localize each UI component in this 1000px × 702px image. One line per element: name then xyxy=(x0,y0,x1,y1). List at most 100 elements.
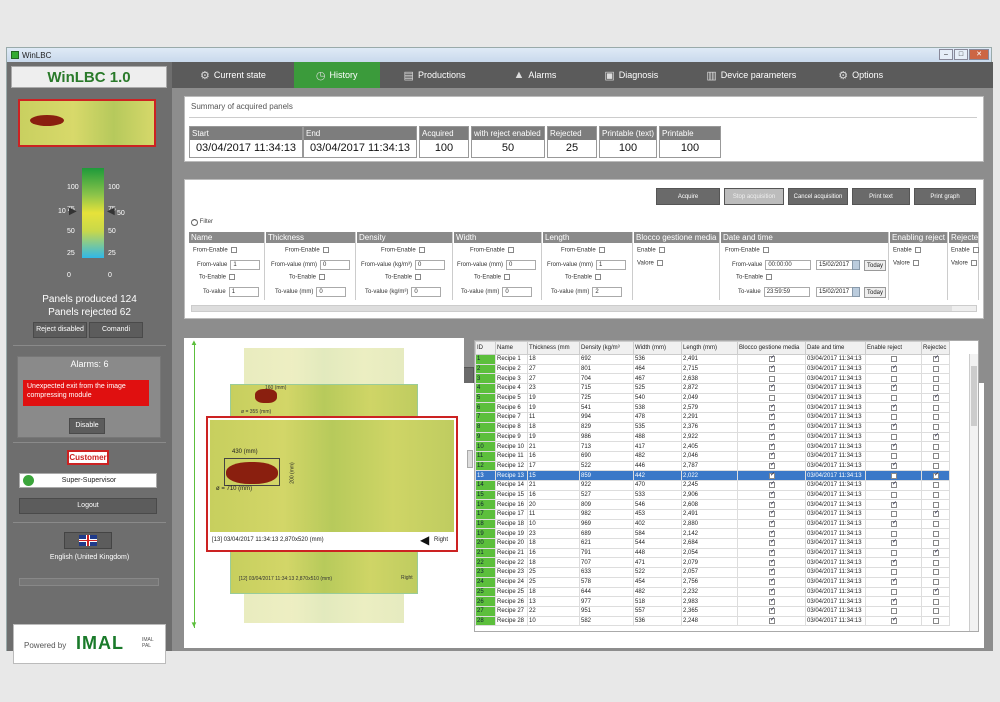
checkbox[interactable] xyxy=(769,549,775,557)
today-from-button[interactable]: Today xyxy=(864,260,886,271)
checkbox[interactable] xyxy=(891,608,897,615)
checkbox[interactable] xyxy=(933,394,939,402)
table-cell-checkbox[interactable] xyxy=(865,460,922,472)
filter-input[interactable]: 1 xyxy=(596,260,626,270)
calendar-icon[interactable] xyxy=(852,287,860,297)
table-cell-checkbox[interactable] xyxy=(921,567,950,578)
table-row[interactable]: 11Recipe 11166904822,046 03/04/2017 11:34… xyxy=(475,450,950,462)
table-cell-checkbox[interactable] xyxy=(865,363,922,375)
checkbox[interactable] xyxy=(933,424,939,431)
checkbox[interactable] xyxy=(933,355,939,363)
column-header[interactable]: ID xyxy=(475,341,496,355)
checkbox[interactable] xyxy=(769,355,775,363)
column-header[interactable]: Enable reject xyxy=(865,341,922,355)
table-cell-checkbox[interactable] xyxy=(921,354,950,365)
table-row[interactable]: 8Recipe 8188295352,376 03/04/2017 11:34:1… xyxy=(475,421,950,433)
close-button[interactable]: ✕ xyxy=(969,49,989,60)
language-flag-button[interactable] xyxy=(64,532,112,549)
print-text-button[interactable]: Print text xyxy=(852,188,910,205)
filter-checkbox[interactable] xyxy=(504,274,511,280)
table-cell-checkbox[interactable] xyxy=(865,576,922,588)
filter-checkbox[interactable] xyxy=(319,274,326,280)
checkbox[interactable] xyxy=(891,559,897,566)
filter-checkbox[interactable] xyxy=(658,247,665,253)
filter-checkbox[interactable] xyxy=(415,274,422,280)
table-cell-checkbox[interactable] xyxy=(737,421,806,433)
checkbox[interactable] xyxy=(769,617,775,624)
checkbox[interactable] xyxy=(891,356,897,363)
checkbox[interactable] xyxy=(891,433,897,440)
tab-diagnosis[interactable]: ▣ Diagnosis xyxy=(580,62,682,88)
table-row[interactable]: 16Recipe 16208095462,608 03/04/2017 11:34… xyxy=(475,499,950,510)
filter-input[interactable]: 0 xyxy=(316,287,347,297)
column-header[interactable]: Date and time xyxy=(805,341,866,355)
table-cell-checkbox[interactable] xyxy=(865,402,922,414)
table-cell-checkbox[interactable] xyxy=(865,373,922,385)
table-cell-checkbox[interactable] xyxy=(921,596,950,607)
table-cell-checkbox[interactable] xyxy=(865,354,922,365)
table-row[interactable]: 5 Recipe 5 19 725 540 2,049 03/04/2017 11:34:1… xyxy=(475,392,950,404)
table-row[interactable]: 25Recipe 25186444822,232 03/04/2017 11:34… xyxy=(475,586,950,598)
table-cell-checkbox[interactable] xyxy=(921,402,950,414)
checkbox[interactable] xyxy=(769,462,775,469)
table-cell-checkbox[interactable] xyxy=(921,557,950,569)
table-cell-checkbox[interactable] xyxy=(921,431,950,443)
table-cell-checkbox[interactable] xyxy=(921,547,950,559)
table-cell-checkbox[interactable] xyxy=(737,557,806,569)
splitter-handle[interactable] xyxy=(467,450,473,468)
table-cell-checkbox[interactable] xyxy=(737,576,806,588)
reject-disabled-button[interactable]: Reject disabled xyxy=(33,322,87,338)
table-cell-checkbox[interactable] xyxy=(921,499,950,510)
checkbox[interactable] xyxy=(933,510,939,518)
checkbox[interactable] xyxy=(933,549,939,557)
checkbox[interactable] xyxy=(769,540,775,547)
table-cell-checkbox[interactable] xyxy=(921,615,950,627)
checkbox[interactable] xyxy=(769,423,775,431)
checkbox[interactable] xyxy=(933,385,939,392)
checkbox[interactable] xyxy=(891,550,897,557)
checkbox[interactable] xyxy=(933,414,939,421)
table-cell-checkbox[interactable] xyxy=(737,596,806,607)
checkbox[interactable] xyxy=(769,530,775,537)
table-cell-checkbox[interactable] xyxy=(737,363,806,375)
table-cell-checkbox[interactable] xyxy=(737,460,806,472)
checkbox[interactable] xyxy=(933,608,939,615)
table-cell-checkbox[interactable] xyxy=(737,402,806,414)
table-cell-checkbox[interactable] xyxy=(921,470,950,481)
filter-checkbox[interactable] xyxy=(656,260,663,266)
table-row[interactable]: 22Recipe 22187074712,079 03/04/2017 11:34… xyxy=(475,557,950,569)
checkbox[interactable] xyxy=(769,395,775,402)
column-header[interactable]: Thickness (mm xyxy=(527,341,580,355)
table-cell-checkbox[interactable] xyxy=(921,576,950,588)
table-cell-checkbox[interactable] xyxy=(737,509,806,520)
checkbox[interactable] xyxy=(933,501,939,508)
tab-current-state[interactable]: ⚙ Current state xyxy=(172,62,294,88)
checkbox[interactable] xyxy=(891,511,897,518)
table-cell-checkbox[interactable] xyxy=(865,596,922,607)
table-cell-checkbox[interactable] xyxy=(921,518,950,530)
table-row[interactable]: 10Recipe 10217134172,405 03/04/2017 11:34… xyxy=(475,441,950,452)
filter-input[interactable]: 0 xyxy=(415,260,446,270)
checkbox[interactable] xyxy=(769,520,775,528)
checkbox[interactable] xyxy=(891,423,897,431)
checkbox[interactable] xyxy=(933,366,939,373)
filter-checkbox[interactable] xyxy=(595,274,602,280)
table-cell-checkbox[interactable] xyxy=(865,489,922,501)
checkbox[interactable] xyxy=(769,491,775,498)
table-cell-checkbox[interactable] xyxy=(737,489,806,501)
checkbox[interactable] xyxy=(933,433,939,440)
table-cell-checkbox[interactable] xyxy=(921,373,950,385)
table-cell-checkbox[interactable] xyxy=(737,605,806,617)
filter-checkbox[interactable] xyxy=(912,260,919,266)
table-cell-checkbox[interactable] xyxy=(921,586,950,598)
table-row[interactable]: 2Recipe 2278014642,715 03/04/2017 11:34:1… xyxy=(475,363,950,375)
table-cell-checkbox[interactable] xyxy=(737,499,806,510)
checkbox[interactable] xyxy=(891,501,897,508)
column-header[interactable]: Length (mm) xyxy=(681,341,738,355)
table-cell-checkbox[interactable] xyxy=(921,392,950,404)
checkbox[interactable] xyxy=(769,433,775,440)
checkbox[interactable] xyxy=(891,491,897,498)
filter-input[interactable]: 2 xyxy=(592,287,623,297)
table-cell-checkbox[interactable] xyxy=(921,509,950,520)
table-cell-checkbox[interactable] xyxy=(865,586,922,598)
